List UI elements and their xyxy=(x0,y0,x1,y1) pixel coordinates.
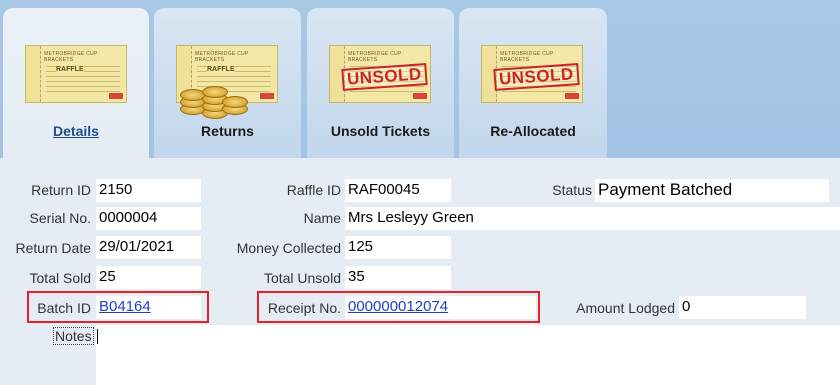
tab-strip: METROBRIDGE CUP BRACKETS RAFFLE Details … xyxy=(0,0,840,158)
money-collected-field[interactable]: 125 xyxy=(345,236,451,259)
name-field[interactable]: Mrs Lesleyy Green xyxy=(345,207,840,230)
tab-re-allocated[interactable]: METROBRIDGE CUP BRACKETS UNSOLD Re-Alloc… xyxy=(459,8,607,158)
return-id-label: Return ID xyxy=(31,182,91,198)
amount-lodged-field[interactable]: 0 xyxy=(679,296,806,319)
status-label: Status xyxy=(552,182,592,198)
total-sold-label: Total Sold xyxy=(29,270,91,286)
tab-re-allocated-label: Re-Allocated xyxy=(490,123,576,139)
batch-id-highlight xyxy=(27,291,209,323)
amount-lodged-label: Amount Lodged xyxy=(576,300,675,316)
tab-returns[interactable]: METROBRIDGE CUP BRACKETS RAFFLE Returns xyxy=(154,8,301,158)
return-date-label: Return Date xyxy=(15,240,91,256)
unsold-ticket-icon: METROBRIDGE CUP BRACKETS UNSOLD xyxy=(329,45,431,103)
total-sold-field[interactable]: 25 xyxy=(96,266,201,289)
raffle-id-label: Raffle ID xyxy=(286,182,341,198)
tab-unsold-tickets-label: Unsold Tickets xyxy=(330,123,431,139)
receipt-no-highlight xyxy=(257,291,540,323)
unsold-ticket-icon: METROBRIDGE CUP BRACKETS UNSOLD xyxy=(481,45,583,103)
total-unsold-field[interactable]: 35 xyxy=(345,266,451,289)
tab-unsold-tickets[interactable]: METROBRIDGE CUP BRACKETS UNSOLD Unsold T… xyxy=(307,8,454,158)
raffle-ticket-icon: METROBRIDGE CUP BRACKETS RAFFLE xyxy=(25,45,127,103)
coin-stack-icon xyxy=(176,63,248,123)
total-unsold-label: Total Unsold xyxy=(263,270,341,286)
return-date-field[interactable]: 29/01/2021 xyxy=(96,236,201,259)
serial-no-field[interactable]: 0000004 xyxy=(96,207,201,230)
tab-details[interactable]: METROBRIDGE CUP BRACKETS RAFFLE Details xyxy=(3,8,149,158)
raffle-id-field[interactable]: RAF00045 xyxy=(345,179,451,202)
name-label: Name xyxy=(303,210,341,226)
return-id-field[interactable]: 2150 xyxy=(96,179,201,202)
tab-returns-label: Returns xyxy=(201,123,254,139)
text-caret xyxy=(97,329,98,344)
serial-no-label: Serial No. xyxy=(29,210,91,226)
money-collected-label: Money Collected xyxy=(236,240,341,256)
notes-label: Notes xyxy=(53,327,94,345)
status-field[interactable]: Payment Batched xyxy=(595,179,829,202)
notes-textarea[interactable] xyxy=(96,325,840,385)
tab-details-label: Details xyxy=(53,123,99,139)
